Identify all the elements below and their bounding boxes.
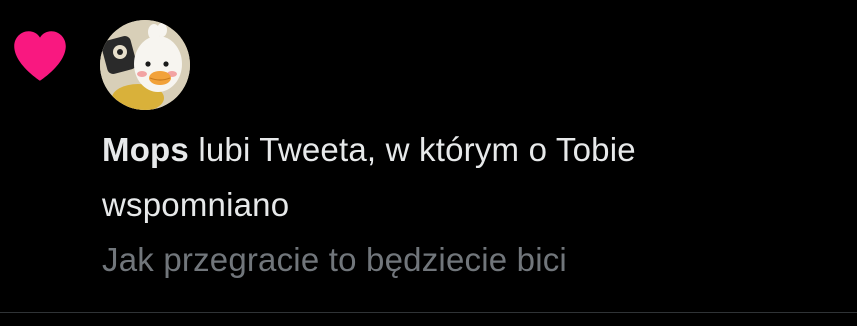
duck-avatar-icon xyxy=(100,20,190,110)
like-notification[interactable]: Mops lubi Tweeta, w którym o Tobie wspom… xyxy=(0,0,857,313)
heart-icon xyxy=(14,31,66,81)
notification-message: Mops lubi Tweeta, w którym o Tobie wspom… xyxy=(102,122,822,232)
divider xyxy=(0,312,857,313)
notification-text: Mops lubi Tweeta, w którym o Tobie wspom… xyxy=(102,122,822,280)
actor-name[interactable]: Mops xyxy=(102,131,189,168)
tweet-preview[interactable]: Jak przegracie to będziecie bici xyxy=(102,240,822,280)
avatar[interactable] xyxy=(100,20,190,110)
